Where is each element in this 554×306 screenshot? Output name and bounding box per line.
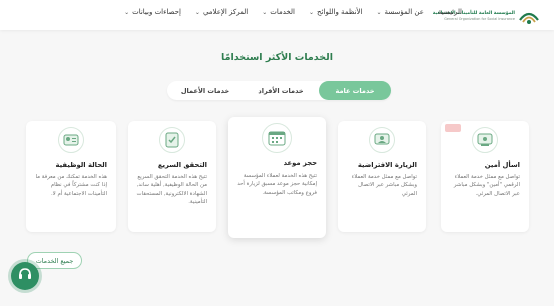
headset-icon [17, 266, 33, 286]
nav-item-services[interactable]: الخدمات ⌄ [262, 8, 295, 16]
main-nav: الرئيسية عن المؤسسة ⌄ الأنظمة واللوائح ⌄… [110, 8, 462, 16]
card-title: التحقق السريع [157, 161, 207, 169]
service-card-virtual-visit[interactable]: الزيارة الافتراضية تواصل مع ممثل خدمة ال… [338, 121, 426, 232]
checklist-icon [159, 127, 185, 153]
new-badge [445, 124, 461, 132]
card-description: تواصل مع ممثل خدمة العملاء الرقمي "أمين"… [453, 174, 520, 197]
nav-item-about[interactable]: عن المؤسسة ⌄ [377, 8, 424, 16]
gosi-logo[interactable]: المؤسسة العامة للتأمينات الاجتماعية Gene… [433, 3, 540, 29]
calendar-icon [262, 123, 292, 153]
nav-item-media-center[interactable]: المركز الإعلامي ⌄ [195, 8, 248, 16]
logo-english-text: General Organization for Social Insuranc… [444, 17, 515, 21]
card-description: تتيح هذه الخدمة التحقق السريع من الحالة … [136, 174, 207, 206]
service-card-employment-status[interactable]: الحالة الوظيفية هذه الخدمة تمكنك من معرف… [26, 121, 116, 232]
logo-emblem-icon [518, 6, 540, 26]
id-card-icon [58, 127, 84, 153]
support-chat-button[interactable] [11, 262, 39, 290]
chevron-down-icon: ⌄ [194, 8, 200, 16]
card-title: اسأل أمين [484, 161, 520, 169]
nav-label: الرئيسية [437, 8, 462, 16]
tab-general-services[interactable]: خدمات عامة [319, 81, 391, 100]
card-description: تواصل مع ممثل خدمة العملاء وبشكل مباشر ع… [351, 174, 417, 197]
card-title: الحالة الوظيفية [55, 161, 107, 169]
video-call-icon [369, 127, 395, 153]
tab-business-services[interactable]: خدمات الأعمال [167, 81, 243, 100]
chevron-down-icon: ⌄ [309, 8, 315, 16]
service-card-book-appointment[interactable]: حجز موعد تتيح هذه الخدمة لعملاء المؤسسة … [228, 117, 326, 238]
nav-item-regulations[interactable]: الأنظمة واللوائح ⌄ [309, 8, 363, 16]
service-card-quick-verification[interactable]: التحقق السريع تتيح هذه الخدمة التحقق الس… [128, 121, 216, 232]
card-description: هذه الخدمة تمكنك من معرفة ما إذا كنت مشت… [35, 174, 107, 197]
chat-icon [472, 127, 498, 153]
card-title: الزيارة الافتراضية [357, 161, 417, 169]
card-title: حجز موعد [283, 159, 317, 167]
nav-item-home[interactable]: الرئيسية [438, 8, 462, 16]
chevron-down-icon: ⌄ [262, 8, 268, 16]
chevron-down-icon: ⌄ [124, 8, 130, 16]
card-description: تتيح هذه الخدمة لعملاء المؤسسة إمكانية ح… [237, 173, 317, 196]
nav-label: المركز الإعلامي [202, 8, 249, 16]
nav-item-statistics[interactable]: إحصاءات وبيانات ⌄ [124, 8, 181, 16]
nav-label: عن المؤسسة [384, 8, 424, 16]
nav-label: الخدمات [270, 8, 295, 16]
tab-individual-services[interactable]: خدمات الأفراد [243, 81, 319, 100]
site-header: المؤسسة العامة للتأمينات الاجتماعية Gene… [0, 0, 554, 30]
chevron-down-icon: ⌄ [376, 8, 382, 16]
nav-label: إحصاءات وبيانات [132, 8, 181, 16]
service-card-ask-ameen[interactable]: اسأل أمين تواصل مع ممثل خدمة العملاء الر… [441, 121, 529, 232]
services-tabs: خدمات عامة خدمات الأفراد خدمات الأعمال [167, 81, 391, 100]
section-title: الخدمات الأكثر استخدامًا [221, 52, 333, 63]
nav-label: الأنظمة واللوائح [317, 8, 363, 16]
